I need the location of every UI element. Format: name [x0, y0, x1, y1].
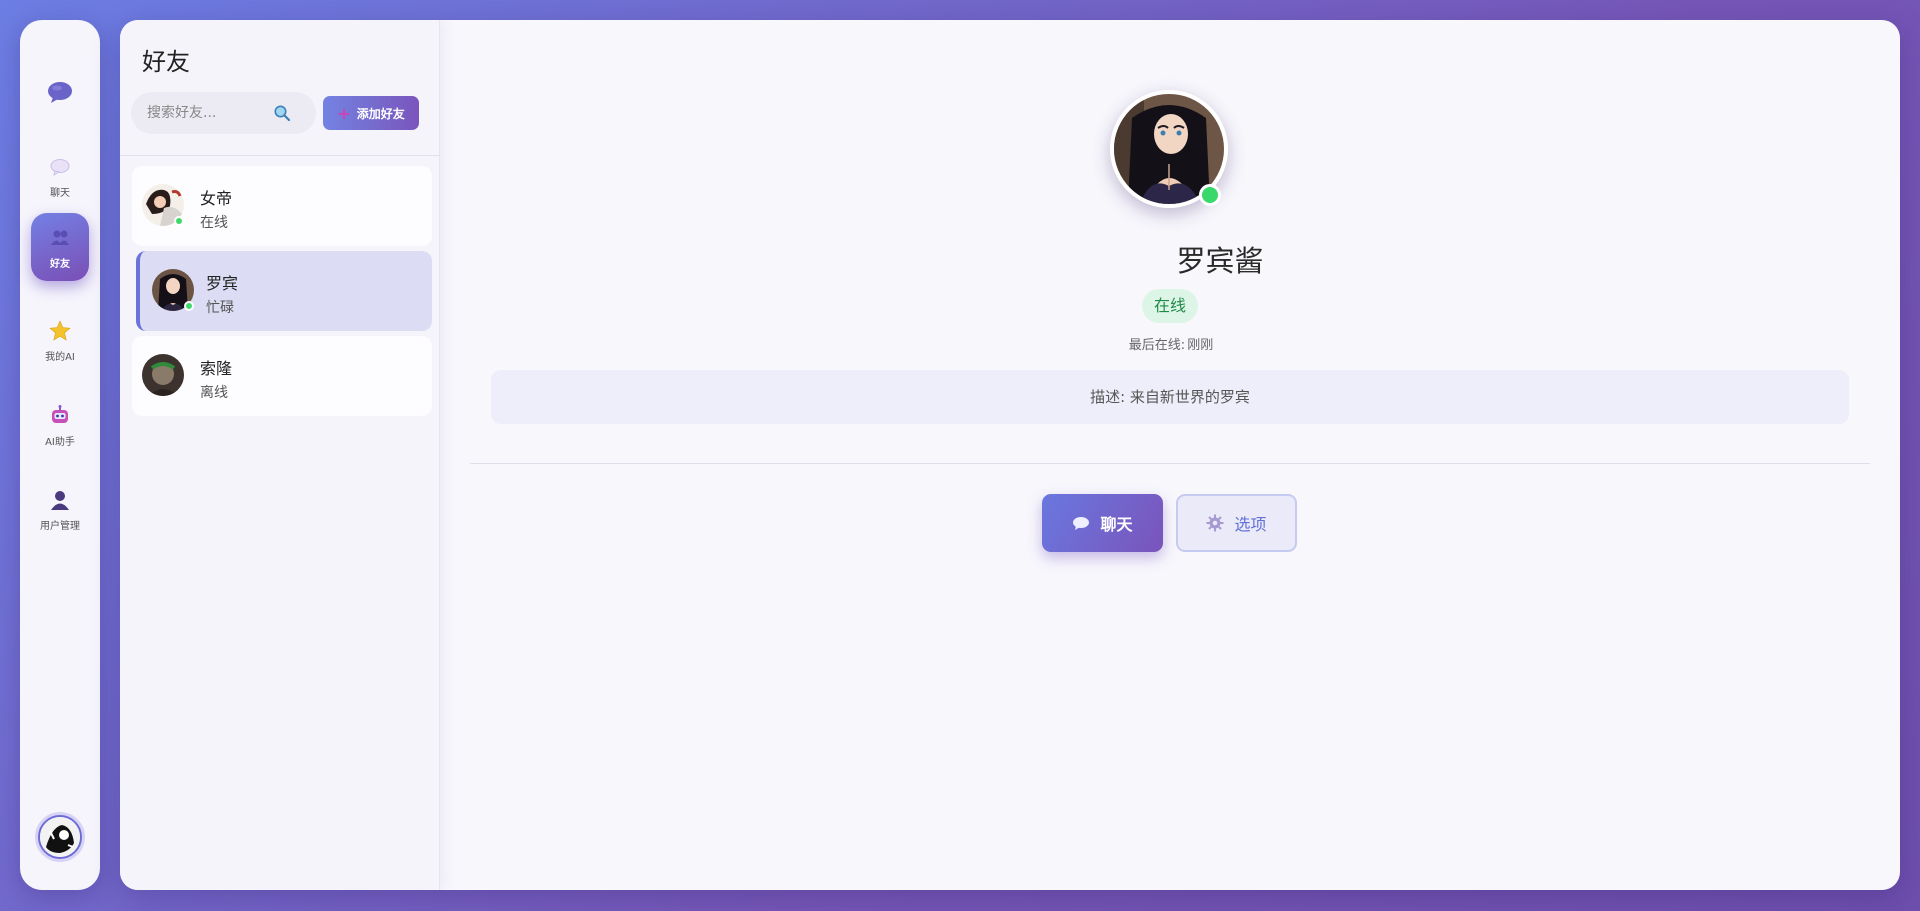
- friend-item-zoro[interactable]: 索隆 离线: [132, 336, 432, 416]
- main-panel: 好友 + 添加好友: [120, 20, 1900, 890]
- nav-item-user-management[interactable]: 用户管理: [31, 475, 89, 543]
- search-icon[interactable]: [273, 104, 291, 122]
- friend-status: 在线: [200, 215, 228, 231]
- friend-item-robin[interactable]: 罗宾 忙碌: [136, 251, 432, 331]
- robot-icon: [52, 405, 68, 423]
- online-indicator: [174, 216, 184, 226]
- friend-item-nudi[interactable]: 女帝 在线: [132, 166, 432, 246]
- add-friend-label: 添加好友: [356, 106, 405, 121]
- friend-name: 索隆: [200, 359, 233, 378]
- search-box: [131, 92, 316, 134]
- friend-name: 女帝: [200, 189, 233, 208]
- nav-rail: 聊天 好友 我的AI AI助手 用户管理: [20, 20, 100, 890]
- current-user-avatar[interactable]: [38, 815, 82, 859]
- nav-label-friends: 好友: [50, 259, 70, 270]
- nav-label-chat: 聊天: [50, 188, 70, 199]
- friends-title: 好友: [142, 48, 190, 76]
- last-online: 最后在线: 刚刚: [1110, 334, 1230, 353]
- profile-name: 罗宾酱: [1176, 244, 1264, 278]
- divider: [470, 463, 1870, 464]
- online-indicator: [1199, 184, 1221, 206]
- friends-icon: [51, 230, 69, 245]
- nav-label-my-ai: 我的AI: [45, 352, 75, 363]
- add-friend-button[interactable]: + 添加好友: [323, 96, 419, 130]
- search-input[interactable]: [147, 92, 272, 134]
- friend-name: 罗宾: [206, 274, 239, 293]
- status-badge: 在线: [1142, 289, 1198, 323]
- plus-icon: +: [337, 103, 351, 123]
- friend-avatar: [142, 354, 184, 396]
- nav-item-chat[interactable]: 聊天: [31, 142, 89, 210]
- gear-icon: [1206, 514, 1224, 532]
- profile-description: 描述: 来自新世界的罗宾: [491, 370, 1849, 424]
- chat-button[interactable]: 聊天: [1042, 494, 1163, 552]
- user-icon: [51, 491, 69, 510]
- star-icon: [49, 320, 71, 341]
- divider: [120, 155, 440, 156]
- chat-bubble-icon: [1073, 517, 1090, 530]
- options-button-label: 选项: [1234, 515, 1267, 534]
- friend-status: 忙碌: [206, 300, 234, 316]
- nav-label-ai-assistant: AI助手: [45, 437, 75, 448]
- chat-button-label: 聊天: [1100, 515, 1133, 534]
- nav-item-friends[interactable]: 好友: [31, 213, 89, 281]
- nav-label-user-management: 用户管理: [40, 521, 80, 532]
- friends-sidebar: 好友 + 添加好友: [120, 20, 440, 890]
- avatar-image: [40, 817, 80, 857]
- nav-item-my-ai[interactable]: 我的AI: [31, 306, 89, 374]
- last-online-label: 最后在线:: [1128, 338, 1186, 353]
- avatar-image: [142, 354, 184, 396]
- chat-logo-icon[interactable]: [46, 78, 74, 106]
- online-indicator: [184, 301, 194, 311]
- last-online-value: 刚刚: [1187, 338, 1214, 353]
- friend-status: 离线: [200, 385, 228, 401]
- chat-bubble-icon: [50, 159, 70, 177]
- options-button[interactable]: 选项: [1176, 494, 1297, 552]
- nav-item-ai-assistant[interactable]: AI助手: [31, 391, 89, 459]
